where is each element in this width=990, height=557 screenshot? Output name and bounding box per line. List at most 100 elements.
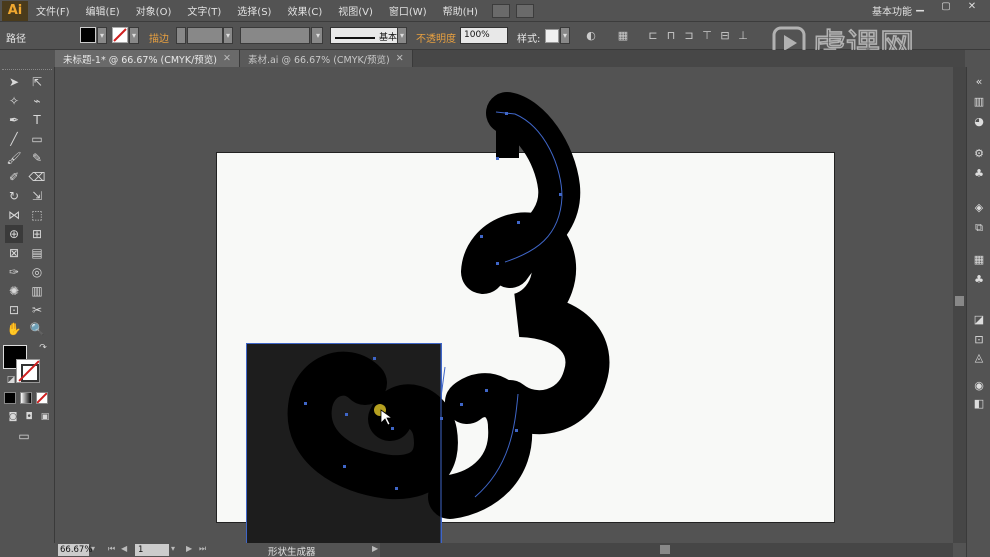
direct-selection-tool-icon[interactable]: ⇱ xyxy=(28,73,46,91)
anchor-point[interactable] xyxy=(515,429,518,432)
symbols-panel-icon[interactable]: ♣ xyxy=(972,273,986,287)
align-to-icon[interactable]: ▦ xyxy=(616,29,630,43)
layers-panel-icon[interactable]: ◈ xyxy=(972,201,986,215)
gradient-tool-icon[interactable]: ▤ xyxy=(28,244,46,262)
brush-definition-field[interactable]: 基本 xyxy=(330,27,406,44)
anchor-point[interactable] xyxy=(391,427,394,430)
slice-tool-icon[interactable]: ✂ xyxy=(28,301,46,319)
color-guide-icon[interactable]: ◕ xyxy=(972,115,986,129)
anchor-point[interactable] xyxy=(345,413,348,416)
maximize-icon[interactable]: ▢ xyxy=(936,0,956,14)
dock-collapse-icon[interactable]: « xyxy=(972,75,986,89)
anchor-point[interactable] xyxy=(517,221,520,224)
stroke-weight-field[interactable] xyxy=(187,27,223,44)
perspective-grid-tool-icon[interactable]: ⊞ xyxy=(28,225,46,243)
tab-untitled-1[interactable]: 未标题-1* @ 66.67% (CMYK/预览) ✕ xyxy=(55,50,240,67)
anchor-point[interactable] xyxy=(559,193,562,196)
swatches-panel-icon[interactable]: ⚙ xyxy=(972,147,986,161)
stroke-weight-stepper[interactable] xyxy=(176,27,186,44)
free-transform-tool-icon[interactable]: ⬚ xyxy=(28,206,46,224)
menu-edit[interactable]: 编辑(E) xyxy=(78,3,128,18)
vertical-scroll-thumb[interactable] xyxy=(955,296,964,306)
gradient-mode-icon[interactable] xyxy=(20,392,32,404)
top-curl-cap[interactable] xyxy=(496,112,519,158)
artwork-shapes[interactable] xyxy=(55,67,953,543)
anchor-point[interactable] xyxy=(395,487,398,490)
align-left-icon[interactable]: ⊏ xyxy=(646,29,660,43)
style-dropdown[interactable]: ▾ xyxy=(560,27,570,44)
bridge-button[interactable] xyxy=(491,3,510,18)
line-tool-icon[interactable]: ╱ xyxy=(5,130,23,148)
horizontal-scrollbar[interactable] xyxy=(380,543,953,557)
lower-curl-stroke[interactable] xyxy=(428,373,533,519)
pathfinder-panel-icon[interactable]: ◧ xyxy=(972,397,986,411)
fill-color-swatch[interactable] xyxy=(80,27,96,43)
horizontal-scroll-thumb[interactable] xyxy=(660,545,670,554)
previous-artboard-icon[interactable]: ◀ xyxy=(121,544,127,553)
last-artboard-icon[interactable]: ⏭ xyxy=(199,544,206,554)
transform-panel-icon[interactable]: ◉ xyxy=(972,379,986,393)
pen-tool-icon[interactable]: ✒ xyxy=(5,111,23,129)
anchor-point[interactable] xyxy=(343,465,346,468)
stroke-panel-icon[interactable]: ▦ xyxy=(972,253,986,267)
menu-help[interactable]: 帮助(H) xyxy=(435,3,486,18)
symbol-sprayer-tool-icon[interactable]: ✺ xyxy=(5,282,23,300)
menu-type[interactable]: 文字(T) xyxy=(179,3,229,18)
fill-dropdown[interactable]: ▾ xyxy=(97,27,107,44)
anchor-point[interactable] xyxy=(485,389,488,392)
column-graph-tool-icon[interactable]: ▥ xyxy=(28,282,46,300)
graphic-style-swatch[interactable] xyxy=(545,29,559,43)
shape-builder-tool-icon[interactable]: ⊕ xyxy=(5,225,23,243)
anchor-point[interactable] xyxy=(496,157,499,160)
close-tab-icon[interactable]: ✕ xyxy=(223,53,231,64)
appearance-panel-icon[interactable]: ⊡ xyxy=(972,333,986,347)
anchor-point[interactable] xyxy=(496,262,499,265)
artboard-tool-icon[interactable]: ⊡ xyxy=(5,301,23,319)
variable-width-dropdown[interactable]: ▾ xyxy=(311,27,323,44)
selection-tool-icon[interactable]: ➤ xyxy=(5,73,23,91)
eraser-tool-icon[interactable]: ⌫ xyxy=(28,168,46,186)
lasso-tool-icon[interactable]: ⌁ xyxy=(28,92,46,110)
graphic-styles-icon[interactable]: ◬ xyxy=(972,351,986,365)
align-middle-icon[interactable]: ⊟ xyxy=(718,29,732,43)
tab-material-ai[interactable]: 素材.ai @ 66.67% (CMYK/预览) ✕ xyxy=(239,50,413,67)
rectangle-tool-icon[interactable]: ▭ xyxy=(28,130,46,148)
vertical-scrollbar[interactable] xyxy=(953,67,966,543)
menu-object[interactable]: 对象(O) xyxy=(128,3,180,18)
close-icon[interactable]: ✕ xyxy=(962,0,982,14)
magic-wand-tool-icon[interactable]: ✧ xyxy=(5,92,23,110)
scale-tool-icon[interactable]: ⇲ xyxy=(28,187,46,205)
opacity-field[interactable]: 100% xyxy=(460,27,508,44)
anchor-point[interactable] xyxy=(440,417,443,420)
stroke-dropdown[interactable]: ▾ xyxy=(129,27,139,44)
opacity-label[interactable]: 不透明度 xyxy=(416,30,456,47)
blend-tool-icon[interactable]: ◎ xyxy=(28,263,46,281)
first-artboard-icon[interactable]: ⏮ xyxy=(108,544,115,554)
paintbrush-tool-icon[interactable]: 🖌 xyxy=(5,149,23,167)
zoom-tool-icon[interactable]: 🔍 xyxy=(28,320,46,338)
align-bottom-icon[interactable]: ⊥ xyxy=(736,29,750,43)
color-panel-icon[interactable]: ▥ xyxy=(972,95,986,109)
next-artboard-icon[interactable]: ▶ xyxy=(186,544,192,553)
anchor-point[interactable] xyxy=(505,112,508,115)
artboard-dropdown-icon[interactable]: ▾ xyxy=(171,544,175,553)
menu-file[interactable]: 文件(F) xyxy=(28,3,78,18)
hand-tool-icon[interactable]: ✋ xyxy=(5,320,23,338)
canvas-workspace[interactable] xyxy=(55,67,953,543)
brushes-panel-icon[interactable]: ♣ xyxy=(972,167,986,181)
pencil-tool-icon[interactable]: ✎ xyxy=(28,149,46,167)
current-tool-status[interactable]: 形状生成器 xyxy=(268,544,316,557)
screen-mode-icon[interactable]: ▭ xyxy=(14,427,34,445)
blob-brush-tool-icon[interactable]: ✐ xyxy=(5,168,23,186)
none-mode-icon[interactable] xyxy=(36,392,48,404)
anchor-point[interactable] xyxy=(460,403,463,406)
artboards-panel-icon[interactable]: ⧉ xyxy=(972,221,986,235)
align-top-icon[interactable]: ⊤ xyxy=(700,29,714,43)
arrange-documents-button[interactable] xyxy=(515,3,534,18)
anchor-point[interactable] xyxy=(373,357,376,360)
align-center-icon[interactable]: ⊓ xyxy=(664,29,678,43)
rotate-tool-icon[interactable]: ↻ xyxy=(5,187,23,205)
draw-inside-icon[interactable]: ▣ xyxy=(36,408,54,426)
workspace-switcher[interactable]: 基本功能 xyxy=(872,3,912,18)
stroke-color-swatch[interactable] xyxy=(112,27,128,43)
